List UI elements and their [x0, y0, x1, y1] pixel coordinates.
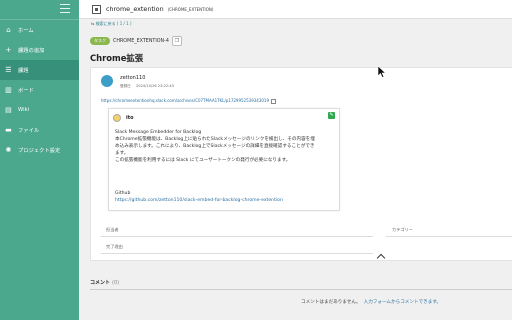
issue-key: CHROME_EXTENTION-4 — [113, 38, 169, 44]
folder-icon: ▬ — [5, 125, 12, 134]
comment-form-link[interactable]: 入力フォームからコメントできます。 — [364, 300, 442, 305]
plus-icon: + — [5, 45, 12, 54]
issue-type-badge: タスク — [90, 37, 110, 45]
field-divider — [101, 236, 373, 237]
sidebar-item-home[interactable]: ⌂ ホーム — [0, 20, 79, 40]
sidebar-item-label: ボード — [18, 87, 34, 94]
embed-user-name: ito — [126, 115, 134, 121]
embed-line: ます。 — [115, 151, 129, 156]
registered-date: 2024/10/26 23:22:43 — [135, 84, 174, 88]
main-content: ⇆ 検索に戻る ( 1 / 1 ) タスク CHROME_EXTENTION-4… — [79, 19, 512, 320]
chevron-up-icon[interactable] — [376, 253, 386, 263]
embed-icon — [271, 98, 277, 104]
hamburger-menu-icon[interactable] — [60, 4, 70, 13]
comment-title-label: コメント — [90, 280, 111, 286]
comment-title: コメント (0) — [90, 279, 119, 286]
field-divider — [101, 253, 373, 254]
clipboard-icon: ❐ — [174, 38, 180, 44]
user-avatar-icon — [113, 114, 121, 122]
github-label: Github — [115, 191, 131, 196]
home-icon: ⌂ — [6, 25, 11, 34]
list-icon: ☰ — [5, 65, 12, 74]
issue-description-link[interactable]: https://chromeextentionhq.slack.com/arch… — [101, 98, 277, 104]
gear-icon: ✺ — [5, 145, 12, 154]
embed-line: め込み表示します。これにより、Backlog上でSlackメッセージの詳細を直接… — [115, 144, 315, 149]
registered-label: 登録日 — [120, 84, 131, 88]
mouse-cursor-icon — [378, 66, 386, 78]
sidebar-item-wiki[interactable]: ▤ Wiki — [0, 100, 79, 120]
issue-title: Chrome拡張 — [90, 53, 144, 63]
embed-github: Github https://github.com/zetton110/slac… — [115, 190, 283, 204]
slack-embed-card: ito ✎ Slack Message Embedder for Backlog… — [108, 108, 340, 211]
issue-key-row: タスク CHROME_EXTENTION-4 ❐ — [90, 36, 182, 46]
field-divider — [386, 236, 512, 237]
back-to-search-link[interactable]: ⇆ 検索に戻る ( 1 / 1 ) — [91, 21, 132, 27]
embed-message: Slack Message Embedder for Backlog 本Chro… — [115, 129, 337, 164]
sidebar-item-label: ファイル — [18, 127, 40, 134]
project-key: (CHROME_EXTENTION) — [167, 6, 214, 12]
wiki-icon: ▤ — [5, 105, 12, 114]
sidebar-item-files[interactable]: ▬ ファイル — [0, 120, 79, 140]
sidebar-item-board[interactable]: ▥ ボード — [0, 80, 79, 100]
project-name[interactable]: chrome_extention — [106, 5, 164, 13]
comment-divider — [90, 289, 512, 290]
project-icon[interactable] — [92, 4, 101, 14]
embed-line: この拡張機能を利用するには Slack にてユーザートークンの発行が必要になりま… — [115, 158, 291, 163]
edit-icon[interactable]: ✎ — [328, 112, 335, 119]
sidebar-top — [0, 0, 79, 19]
embed-line: Slack Message Embedder for Backlog — [115, 130, 202, 135]
sidebar-item-label: Wiki — [18, 107, 30, 113]
sidebar-item-label: ホーム — [18, 27, 34, 34]
sidebar-item-label: プロジェクト設定 — [18, 147, 61, 154]
sidebar-item-project-settings[interactable]: ✺ プロジェクト設定 — [0, 140, 79, 160]
sidebar-item-issues[interactable]: ☰ 課題 — [0, 60, 79, 80]
issue-card: zetton110 登録日 2024/10/26 23:22:43 https:… — [90, 67, 512, 263]
sidebar-item-add-issue[interactable]: + 課題の追加 — [0, 40, 79, 60]
category-label: カテゴリー — [392, 227, 413, 232]
project-header: chrome_extention (CHROME_EXTENTION) — [79, 0, 512, 19]
slack-url[interactable]: https://chromeextentionhq.slack.com/arch… — [101, 98, 269, 103]
sidebar-item-label: 課題 — [18, 67, 29, 74]
registered-row: 登録日 2024/10/26 23:22:43 — [120, 84, 178, 89]
comment-count: (0) — [112, 280, 120, 286]
board-icon: ▥ — [5, 85, 12, 94]
embed-line: 本Chrome拡張機能は、Backlog上に貼られたSlackメッセージのリンク… — [115, 137, 315, 142]
resolution-label: 完了理由 — [106, 244, 123, 249]
comment-empty-message: コメントはまだありません。 入力フォームからコメントできます。 — [301, 299, 441, 305]
sidebar: ⌂ ホーム + 課題の追加 ☰ 課題 ▥ ボード ▤ Wiki ▬ ファイル ✺… — [0, 0, 79, 320]
sidebar-item-label: 課題の追加 — [18, 47, 45, 54]
github-link[interactable]: https://github.com/zetton110/slack-embed… — [115, 198, 283, 203]
empty-text: コメントはまだありません。 — [301, 300, 361, 305]
assignee-label: 担当者 — [106, 227, 119, 232]
avatar — [101, 75, 113, 87]
author-name[interactable]: zetton110 — [120, 75, 145, 81]
copy-key-button[interactable]: ❐ — [171, 36, 182, 46]
comment-section: コメント (0) コメントはまだありません。 入力フォームからコメントできます。 — [79, 274, 512, 320]
